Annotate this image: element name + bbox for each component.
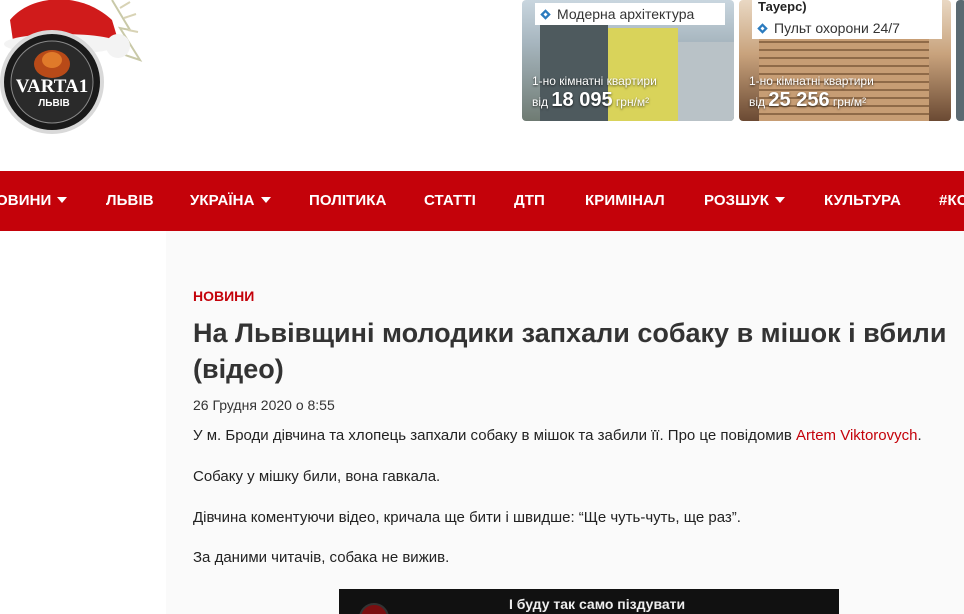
paragraph-text: .: [917, 427, 922, 444]
site-header: VARTA1 ЛЬВІВ Модерна архітектура 1-но кі…: [0, 0, 964, 170]
logo-image: VARTA1 ЛЬВІВ: [0, 0, 143, 134]
nav-label: КУЛЬТУРА: [824, 192, 901, 209]
ad-tag: Модерна архітектура: [535, 3, 725, 25]
left-sidebar: [0, 231, 166, 614]
article-title: На Львівщині молодики запхали собаку в м…: [193, 318, 947, 384]
nav-label: #КО: [939, 192, 964, 209]
price-unit: грн/м²: [832, 95, 867, 109]
nav-item-hashtag[interactable]: #КО: [939, 171, 964, 231]
ad-tag-text: Модерна архітектура: [557, 6, 695, 22]
price-value: 18 095: [551, 89, 613, 111]
site-logo[interactable]: VARTA1 ЛЬВІВ: [0, 0, 150, 135]
caret-down-icon: [57, 197, 68, 204]
ad-tag-text: Пульт охорони 24/7: [774, 20, 900, 36]
source-author-link[interactable]: Artem Viktorovych: [796, 427, 917, 444]
video-caption: І буду так само піздувати: [509, 596, 686, 612]
nav-item-culture[interactable]: КУЛЬТУРА: [824, 171, 901, 231]
logo-text: VARTA1: [16, 76, 89, 97]
price-prefix: від: [532, 95, 549, 109]
ad-tag: Пульт охорони 24/7: [752, 17, 942, 39]
price-prefix: від: [749, 95, 766, 109]
nav-item-ukraine[interactable]: УКРАЇНА: [190, 171, 271, 231]
ad-tag-top: Тауерс): [752, 0, 942, 17]
nav-item-politics[interactable]: ПОЛІТИКА: [309, 171, 387, 231]
ad-card-security[interactable]: Тауерс) Пульт охорони 24/7 1-но кімнатні…: [739, 0, 951, 121]
nav-label: ЛЬВІВ: [106, 192, 154, 209]
ad-subtitle: 1-но кімнатні квартири: [532, 74, 657, 88]
nav-item-articles[interactable]: СТАТТІ: [424, 171, 476, 231]
article-paragraph: Собаку у мішку били, вона гавкала.: [193, 468, 441, 485]
ad-price: від 18 095 грн/м²: [532, 89, 649, 112]
price-value: 25 256: [768, 89, 830, 111]
article-paragraph: У м. Броди дівчина та хлопець запхали со…: [193, 427, 922, 444]
nav-item-crime[interactable]: КРИМІНАЛ: [585, 171, 665, 231]
location-diamond-icon: [539, 8, 552, 21]
article-paragraph: За даними читачів, собака не вижив.: [193, 549, 450, 566]
ad-price: від 25 256 грн/м²: [749, 89, 866, 112]
nav-label: КРИМІНАЛ: [585, 192, 665, 209]
ad-carousel: Модерна архітектура 1-но кімнатні кварти…: [522, 0, 964, 121]
embedded-video[interactable]: І буду так само піздувати: [339, 589, 839, 614]
paragraph-text: У м. Броди дівчина та хлопець запхали со…: [193, 427, 797, 444]
nav-item-search[interactable]: РОЗШУК: [704, 171, 786, 231]
nav-item-lviv[interactable]: ЛЬВІВ: [106, 171, 154, 231]
article-category-link[interactable]: НОВИНИ: [193, 288, 254, 304]
nav-item-accidents[interactable]: ДТП: [514, 171, 545, 231]
nav-item-news[interactable]: ОВИНИ: [0, 171, 68, 231]
main-nav: ОВИНИ ЛЬВІВ УКРАЇНА ПОЛІТИКА СТАТТІ ДТП …: [0, 171, 964, 231]
ad-subtitle: 1-но кімнатні квартири: [749, 74, 874, 88]
article-date: 26 Грудня 2020 о 8:55: [193, 397, 335, 413]
article-paragraph: Дівчина коментуючи відео, кричала ще бит…: [193, 509, 741, 526]
logo-subtext: ЛЬВІВ: [38, 98, 69, 109]
nav-label: РОЗШУК: [704, 192, 770, 209]
nav-label: СТАТТІ: [424, 192, 476, 209]
nav-label: ПОЛІТИКА: [309, 192, 387, 209]
location-diamond-icon: [756, 22, 769, 35]
video-channel-avatar: [359, 603, 389, 614]
nav-label: УКРАЇНА: [190, 192, 255, 209]
caret-down-icon: [775, 197, 786, 204]
caret-down-icon: [260, 197, 271, 204]
price-unit: грн/м²: [615, 95, 650, 109]
ad-card-partial[interactable]: [956, 0, 964, 121]
nav-label: ОВИНИ: [0, 192, 52, 209]
ad-card-modern-architecture[interactable]: Модерна архітектура 1-но кімнатні кварти…: [522, 0, 734, 121]
nav-label: ДТП: [514, 192, 545, 209]
